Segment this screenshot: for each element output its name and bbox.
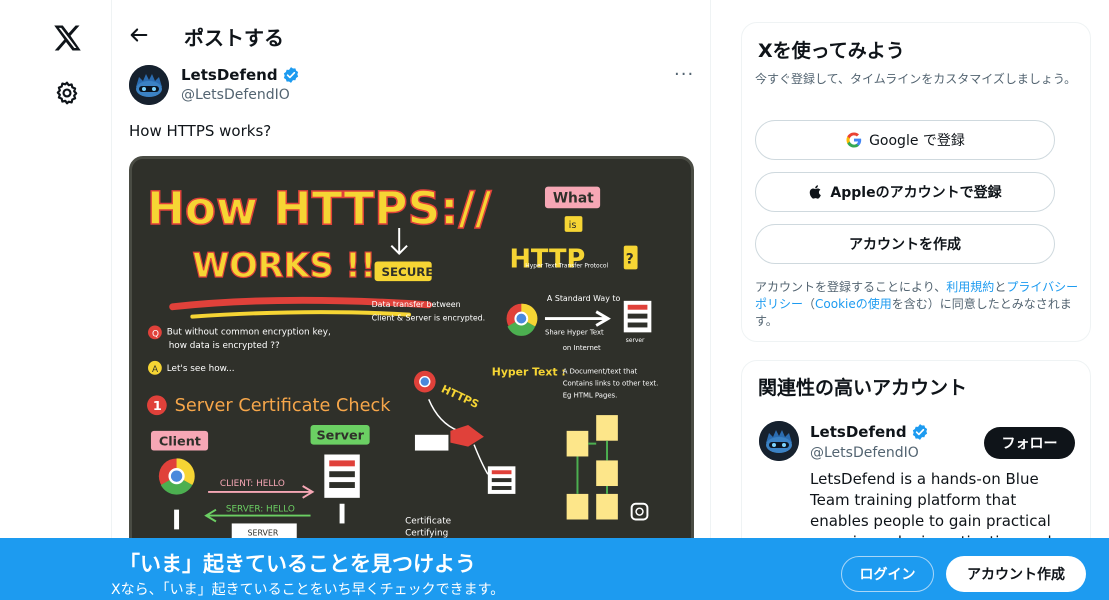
google-icon [846, 132, 862, 148]
author-name-text[interactable]: LetsDefend [181, 66, 278, 84]
svg-text:Contains links to other text.: Contains links to other text. [563, 380, 659, 388]
signup-card: Xを使ってみよう 今すぐ登録して、タイムラインをカスタマイズしましょう。 Goo… [741, 22, 1091, 342]
page-title: ポストする [184, 26, 284, 50]
svg-text:?: ? [626, 251, 634, 267]
x-logo-icon[interactable] [52, 22, 82, 54]
image-client: Client [159, 435, 201, 450]
svg-text:A: A [152, 365, 158, 375]
related-account-handle[interactable]: @LetsDefendIO [810, 445, 919, 461]
image-q1: But without common encryption key, [167, 327, 331, 337]
svg-text:Eg HTML Pages.: Eg HTML Pages. [563, 391, 618, 399]
image-server-box: SERVER [247, 528, 278, 537]
image-server: Server [316, 429, 364, 444]
google-signup-button[interactable]: Google で登録 [755, 120, 1055, 160]
svg-text:on Internet: on Internet [563, 344, 601, 352]
terms-link[interactable]: 利用規約 [946, 280, 994, 294]
login-button[interactable]: ログイン [841, 556, 934, 592]
image-hypertext-label: Hyper Text : [492, 366, 566, 379]
image-q2: Let's see how... [167, 364, 235, 374]
verified-badge-icon [912, 424, 927, 440]
legal-text-pre: アカウントを登録することにより、 [755, 280, 947, 294]
image-secure: SECURE [381, 265, 433, 279]
create-account-button[interactable]: アカウントを作成 [755, 224, 1055, 264]
image-http: HTTP [510, 244, 586, 274]
svg-text:Share Hyper Text: Share Hyper Text [545, 328, 604, 336]
image-server-hello: SERVER: HELLO [226, 505, 295, 515]
author-name[interactable]: LetsDefend [181, 66, 300, 84]
apple-icon [810, 185, 822, 199]
apple-signup-button[interactable]: Appleのアカウントで登録 [755, 172, 1055, 212]
signup-banner: 「いま」起きていることを見つけよう Xなら、「いま」起きていることをいち早くチェ… [0, 538, 1109, 600]
more-options-icon[interactable]: ··· [674, 64, 694, 85]
main-column: ポストする LetsDefend @LetsDefendIO ··· How H… [111, 0, 711, 600]
verified-badge-icon [283, 67, 298, 83]
signup-card-subtitle: 今すぐ登録して、タイムラインをカスタマイズしましょう。 [755, 72, 1077, 86]
svg-text:1: 1 [153, 399, 162, 414]
legal-text-paren: （ [803, 297, 816, 311]
google-signup-label[interactable]: Google で登録 [869, 130, 965, 150]
author-handle[interactable]: @LetsDefendIO [181, 87, 290, 103]
related-account-name[interactable]: LetsDefend [810, 423, 929, 441]
image-server-small: server [626, 338, 645, 344]
cookie-link[interactable]: Cookieの使用 [815, 297, 892, 311]
image-client-hello: CLIENT: HELLO [220, 479, 285, 489]
svg-text:Certifying: Certifying [405, 528, 448, 538]
tweet-text: How HTTPS works? [129, 122, 272, 140]
image-step1: Server Certificate Check [175, 396, 392, 416]
banner-subtitle: Xなら、「いま」起きていることをいち早くチェックできます。 [111, 582, 505, 598]
follow-button[interactable]: フォロー [984, 427, 1075, 459]
image-cert: Certificate [405, 516, 451, 526]
related-avatar[interactable] [759, 421, 799, 461]
left-nav [0, 0, 112, 600]
svg-text:how data is encrypted ??: how data is encrypted ?? [169, 341, 280, 351]
apple-signup-label[interactable]: Appleのアカウントで登録 [830, 182, 1001, 202]
banner-title: 「いま」起きていることを見つけよう [119, 552, 476, 576]
image-http-expansion: Hyper Text Transfer Protocol [525, 263, 608, 269]
gear-icon[interactable] [54, 80, 80, 106]
svg-text:Client & Server is encrypted.: Client & Server is encrypted. [372, 314, 486, 323]
svg-text:Q: Q [152, 329, 159, 339]
signup-card-title: Xを使ってみよう [758, 40, 905, 62]
legal-notice: アカウントを登録することにより、利用規約とプライバシーポリシー（Cookieの使… [755, 279, 1085, 330]
svg-text:A Document/text that: A Document/text that [563, 368, 638, 376]
image-title-line1: How HTTPS:// [147, 182, 492, 235]
arrow-left-icon[interactable] [128, 24, 150, 46]
related-account-name-text[interactable]: LetsDefend [810, 423, 907, 441]
image-what: What [553, 190, 594, 206]
image-secure-note: Data transfer between [372, 300, 461, 309]
image-title-line2: WORKS !! [192, 246, 375, 285]
image-is: is [569, 220, 577, 231]
avatar[interactable] [129, 65, 169, 105]
tweet-image[interactable]: How HTTPS:// WORKS !! SECURE Data transf… [129, 156, 694, 556]
related-card-title: 関連性の高いアカウント [758, 377, 968, 399]
legal-text-and: と [994, 280, 1007, 294]
signup-button[interactable]: アカウント作成 [946, 556, 1086, 592]
image-std-way: A Standard Way to [547, 294, 621, 303]
create-account-label[interactable]: アカウントを作成 [849, 234, 961, 254]
